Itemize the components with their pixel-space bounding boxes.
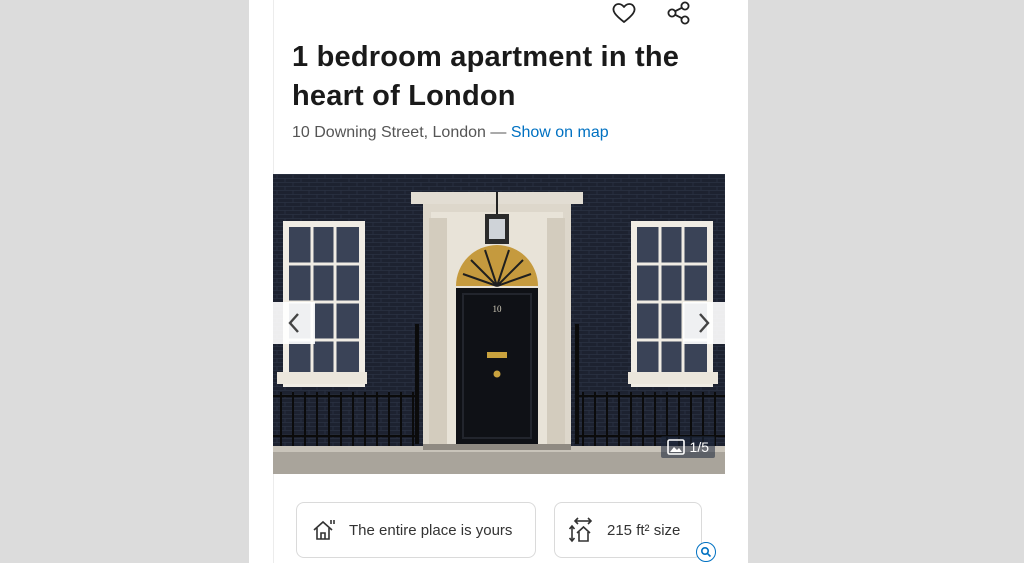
- photo-next-button[interactable]: [683, 302, 725, 344]
- zoom-badge[interactable]: [696, 542, 716, 562]
- title-line-2: heart of London: [292, 80, 516, 112]
- title-line-1: 1 bedroom apartment in the: [292, 41, 680, 73]
- photo-door-image: 10: [273, 174, 725, 474]
- address-text: 10 Downing Street, London —: [292, 124, 507, 141]
- show-on-map-link[interactable]: Show on map: [511, 124, 609, 141]
- photo-counter-text: 1/5: [689, 439, 709, 455]
- favorite-button[interactable]: [609, 0, 639, 26]
- listing-card: 1 bedroom apartment in the heart of Lond…: [249, 0, 748, 563]
- listing-photo[interactable]: 10 1/5: [273, 174, 725, 474]
- feature-entire-place: The entire place is yours: [296, 502, 536, 558]
- listing-title: 1 bedroom apartment in the heart of Lond…: [292, 38, 722, 116]
- size-icon: [569, 517, 593, 543]
- feature-size: 215 ft² size: [554, 502, 702, 558]
- listing-address: 10 Downing Street, London — Show on map: [292, 124, 609, 142]
- feature-entire-place-label: The entire place is yours: [349, 521, 513, 539]
- photo-gallery-icon: [666, 439, 685, 455]
- house-icon: [313, 520, 335, 540]
- photo-prev-button[interactable]: [273, 302, 315, 344]
- door-number: 10: [493, 304, 503, 314]
- heart-icon: [612, 3, 636, 23]
- chevron-right-icon: [699, 313, 710, 333]
- chevron-left-icon: [288, 313, 299, 333]
- share-button[interactable]: [664, 0, 694, 26]
- feature-size-label: 215 ft² size: [607, 521, 681, 539]
- share-icon: [667, 1, 690, 25]
- magnifier-icon: [700, 546, 712, 558]
- photo-counter[interactable]: 1/5: [660, 436, 715, 458]
